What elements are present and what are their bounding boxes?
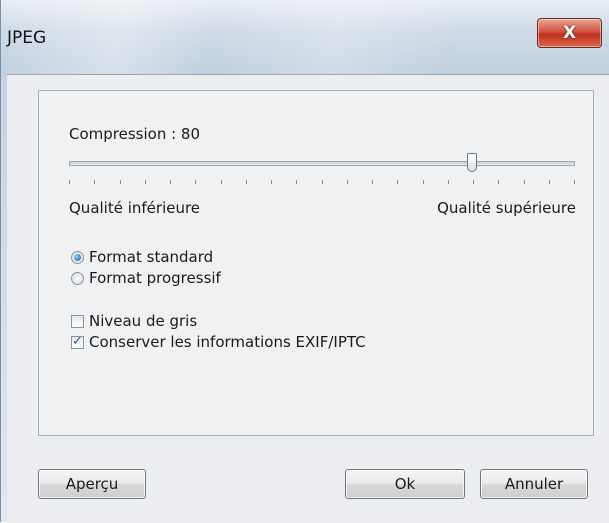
window-title: JPEG [7,28,47,48]
preview-button-label: Aperçu [65,475,119,493]
high-quality-label: Qualité supérieure [437,199,576,217]
compression-slider-thumb[interactable] [466,153,477,172]
slider-tick [346,180,348,184]
slider-tick [119,180,121,184]
slider-tick [372,180,373,184]
slider-tick [422,180,424,184]
keep-exif-checkbox[interactable]: ✓ [71,334,84,349]
slider-tick [245,180,247,184]
close-icon: X [562,23,577,43]
slider-tick [170,180,171,184]
slider-tick [271,180,272,184]
cancel-button[interactable]: Annuler [480,469,588,499]
format-standard-label[interactable]: Format standard [89,248,213,266]
title-bar[interactable]: JPEG X [1,0,609,74]
radio-selected-dot [74,254,81,261]
low-quality-label: Qualité inférieure [69,199,201,217]
slider-tick [69,180,70,184]
slider-tick [498,180,500,184]
format-progressive-label[interactable]: Format progressif [89,269,221,287]
cancel-button-label: Annuler [504,475,564,493]
slider-tick [447,180,449,184]
compression-label: Compression : 80 [69,125,201,143]
radio-format-standard[interactable] [71,251,84,264]
slider-tick [195,180,197,184]
dialog-body: Compression : 80 Qualité inférieure Qual… [7,74,609,523]
slider-tick [220,180,222,184]
preview-button[interactable]: Aperçu [38,469,146,499]
slider-tick [397,180,399,184]
radio-format-progressive[interactable] [71,272,84,285]
compression-slider-track[interactable] [69,161,575,166]
slider-tick [574,180,575,184]
grayscale-checkbox[interactable] [71,315,84,328]
slider-tick [523,180,525,184]
slider-tick [296,180,298,184]
slider-tick [548,180,550,184]
settings-group: Compression : 80 Qualité inférieure Qual… [38,90,594,436]
slider-tick [321,180,323,184]
slider-tick [144,180,146,184]
slider-tick [473,180,474,184]
close-button[interactable]: X [537,18,602,48]
jpeg-dialog: JPEG X Compression : 80 Qualité inférieu… [0,0,609,523]
slider-tick [94,180,96,184]
grayscale-label[interactable]: Niveau de gris [89,312,197,330]
keep-exif-label[interactable]: Conserver les informations EXIF/IPTC [89,333,366,351]
ok-button-label: Ok [394,475,416,493]
ok-button[interactable]: Ok [345,469,465,499]
check-icon: ✓ [72,334,83,349]
